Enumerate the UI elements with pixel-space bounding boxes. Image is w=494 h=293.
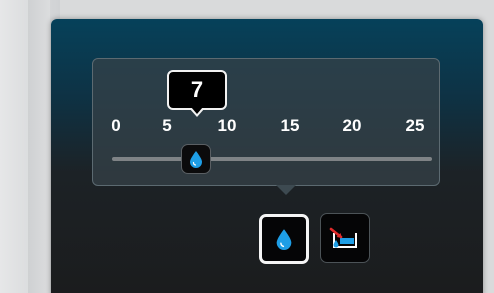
slider-value-tooltip: 7	[167, 70, 227, 110]
slider-thumb[interactable]	[181, 144, 211, 174]
tick-label-10: 10	[217, 116, 237, 135]
tooltip-pointer-inner	[191, 107, 203, 114]
tank-fill-icon	[329, 227, 357, 248]
water-mode-button[interactable]	[259, 214, 309, 264]
tick-label-20: 20	[342, 116, 362, 135]
tick-label-15: 15	[280, 116, 300, 135]
slider-popover	[92, 58, 440, 186]
tick-label-25: 25	[405, 116, 425, 135]
water-drop-icon	[276, 229, 292, 250]
water-drop-icon	[190, 151, 202, 168]
tick-label-5: 5	[162, 116, 172, 135]
background-strip	[28, 0, 50, 293]
tank-fill-mode-button[interactable]	[320, 213, 370, 263]
slider-track[interactable]	[112, 157, 432, 161]
tick-label-0: 0	[111, 116, 121, 135]
popover-pointer	[276, 185, 296, 195]
